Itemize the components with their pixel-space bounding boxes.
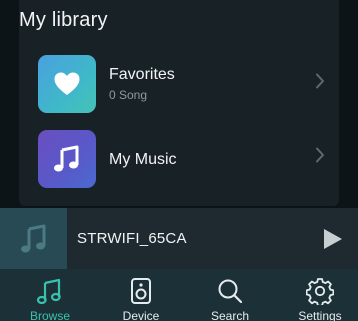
favorites-tile (38, 55, 96, 113)
favorites-label: Favorites (109, 66, 175, 83)
search-icon (218, 279, 243, 304)
my-music-label: My Music (109, 151, 177, 168)
library-item-favorites[interactable]: Favorites 0 Song (19, 55, 339, 121)
tab-browse[interactable]: Browse (10, 269, 90, 321)
tab-settings[interactable]: Settings (280, 269, 358, 321)
library-item-my-music[interactable]: My Music (19, 130, 339, 196)
now-playing-title: STRWIFI_65CA (77, 230, 187, 247)
tab-settings-label: Settings (298, 309, 342, 321)
heart-icon (54, 72, 80, 95)
tab-search[interactable]: Search (190, 269, 270, 321)
tab-device[interactable]: Device (101, 269, 181, 321)
tab-search-label: Search (210, 309, 250, 321)
library-title: My library (19, 9, 108, 31)
music-note-icon (36, 278, 61, 305)
music-note-icon (54, 145, 79, 172)
tab-browse-label: Browse (29, 309, 70, 321)
play-icon[interactable] (322, 227, 344, 251)
chevron-right-icon (316, 147, 324, 163)
speaker-icon (131, 278, 151, 304)
tab-device-label: Device (122, 309, 160, 321)
gear-icon (306, 278, 334, 305)
favorites-count: 0 Song (109, 88, 148, 102)
tab-bar: Browse Device Search Settings (0, 269, 358, 321)
now-playing-bar[interactable]: STRWIFI_65CA (0, 208, 358, 269)
my-music-tile (38, 130, 96, 188)
player-artwork (0, 208, 67, 269)
chevron-right-icon (316, 73, 324, 89)
music-note-icon (20, 224, 45, 252)
